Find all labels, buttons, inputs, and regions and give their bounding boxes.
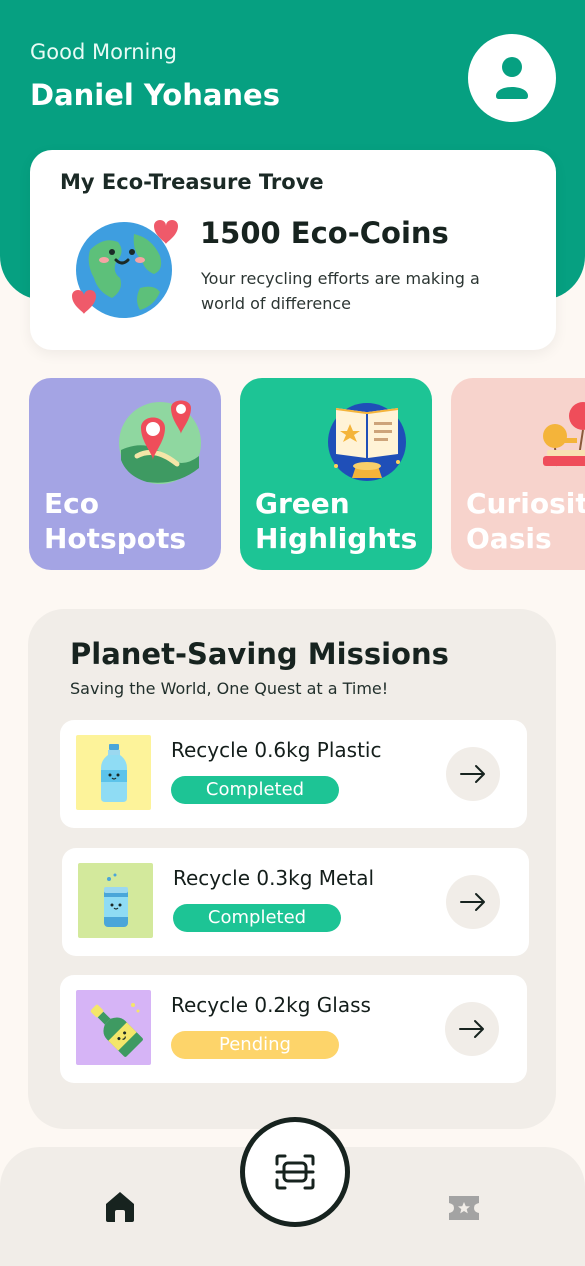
arrow-right-icon bbox=[459, 1020, 484, 1038]
mission-thumb bbox=[78, 863, 153, 938]
eco-treasure-card[interactable]: My Eco-Treasure Trove 1500 Eco-Coins You… bbox=[30, 150, 556, 350]
plastic-bottle-icon bbox=[100, 743, 127, 802]
eco-coins-balance: 1500 Eco-Coins bbox=[200, 216, 449, 250]
mission-card[interactable]: Recycle 0.6kg Plastic Completed bbox=[60, 720, 527, 828]
balloon-icon bbox=[543, 402, 585, 467]
mission-name: Recycle 0.3kg Metal bbox=[173, 866, 375, 890]
mission-thumb bbox=[76, 735, 151, 810]
glass-bottle-icon bbox=[90, 1002, 143, 1057]
tile-curiosity-oasis[interactable]: Curiosity Oasis bbox=[451, 378, 585, 570]
metal-can-icon bbox=[103, 873, 128, 927]
tile-eco-hotspots[interactable]: Eco Hotspots bbox=[29, 378, 221, 570]
book-icon bbox=[328, 403, 406, 481]
mission-arrow-button[interactable] bbox=[446, 875, 500, 929]
user-icon bbox=[496, 57, 528, 99]
mission-arrow-button[interactable] bbox=[445, 1002, 499, 1056]
missions-subtitle: Saving the World, One Quest at a Time! bbox=[70, 679, 389, 698]
home-icon[interactable] bbox=[102, 1188, 138, 1224]
missions-section: Planet-Saving Missions Saving the World,… bbox=[28, 609, 556, 1129]
status-badge: Pending bbox=[171, 1031, 339, 1059]
missions-title: Planet-Saving Missions bbox=[70, 637, 449, 671]
profile-avatar-button[interactable] bbox=[468, 34, 556, 122]
trove-title: My Eco-Treasure Trove bbox=[60, 170, 324, 194]
mission-name: Recycle 0.6kg Plastic bbox=[171, 738, 382, 762]
mission-thumb bbox=[76, 990, 151, 1065]
greeting-text: Good Morning bbox=[30, 40, 177, 64]
tile-label: Eco Hotspots bbox=[44, 487, 187, 555]
ticket-icon[interactable] bbox=[446, 1190, 482, 1226]
scan-icon bbox=[275, 1154, 315, 1190]
mission-name: Recycle 0.2kg Glass bbox=[171, 993, 371, 1017]
scan-button[interactable] bbox=[240, 1117, 350, 1227]
status-badge: Completed bbox=[171, 776, 339, 804]
arrow-right-icon bbox=[460, 893, 485, 911]
mission-card[interactable]: Recycle 0.3kg Metal Completed bbox=[62, 848, 529, 956]
user-name: Daniel Yohanes bbox=[30, 78, 280, 112]
tile-green-highlights[interactable]: Green Highlights bbox=[240, 378, 432, 570]
mission-card[interactable]: Recycle 0.2kg Glass Pending bbox=[60, 975, 527, 1083]
tile-label: Green Highlights bbox=[255, 487, 418, 555]
status-badge: Completed bbox=[173, 904, 341, 932]
trove-description: Your recycling efforts are making a worl… bbox=[201, 269, 480, 313]
mission-arrow-button[interactable] bbox=[446, 747, 500, 801]
map-pin-icon bbox=[119, 400, 201, 484]
tile-label: Curiosity Oasis bbox=[466, 487, 585, 555]
globe-icon bbox=[72, 220, 178, 318]
arrow-right-icon bbox=[460, 765, 485, 783]
